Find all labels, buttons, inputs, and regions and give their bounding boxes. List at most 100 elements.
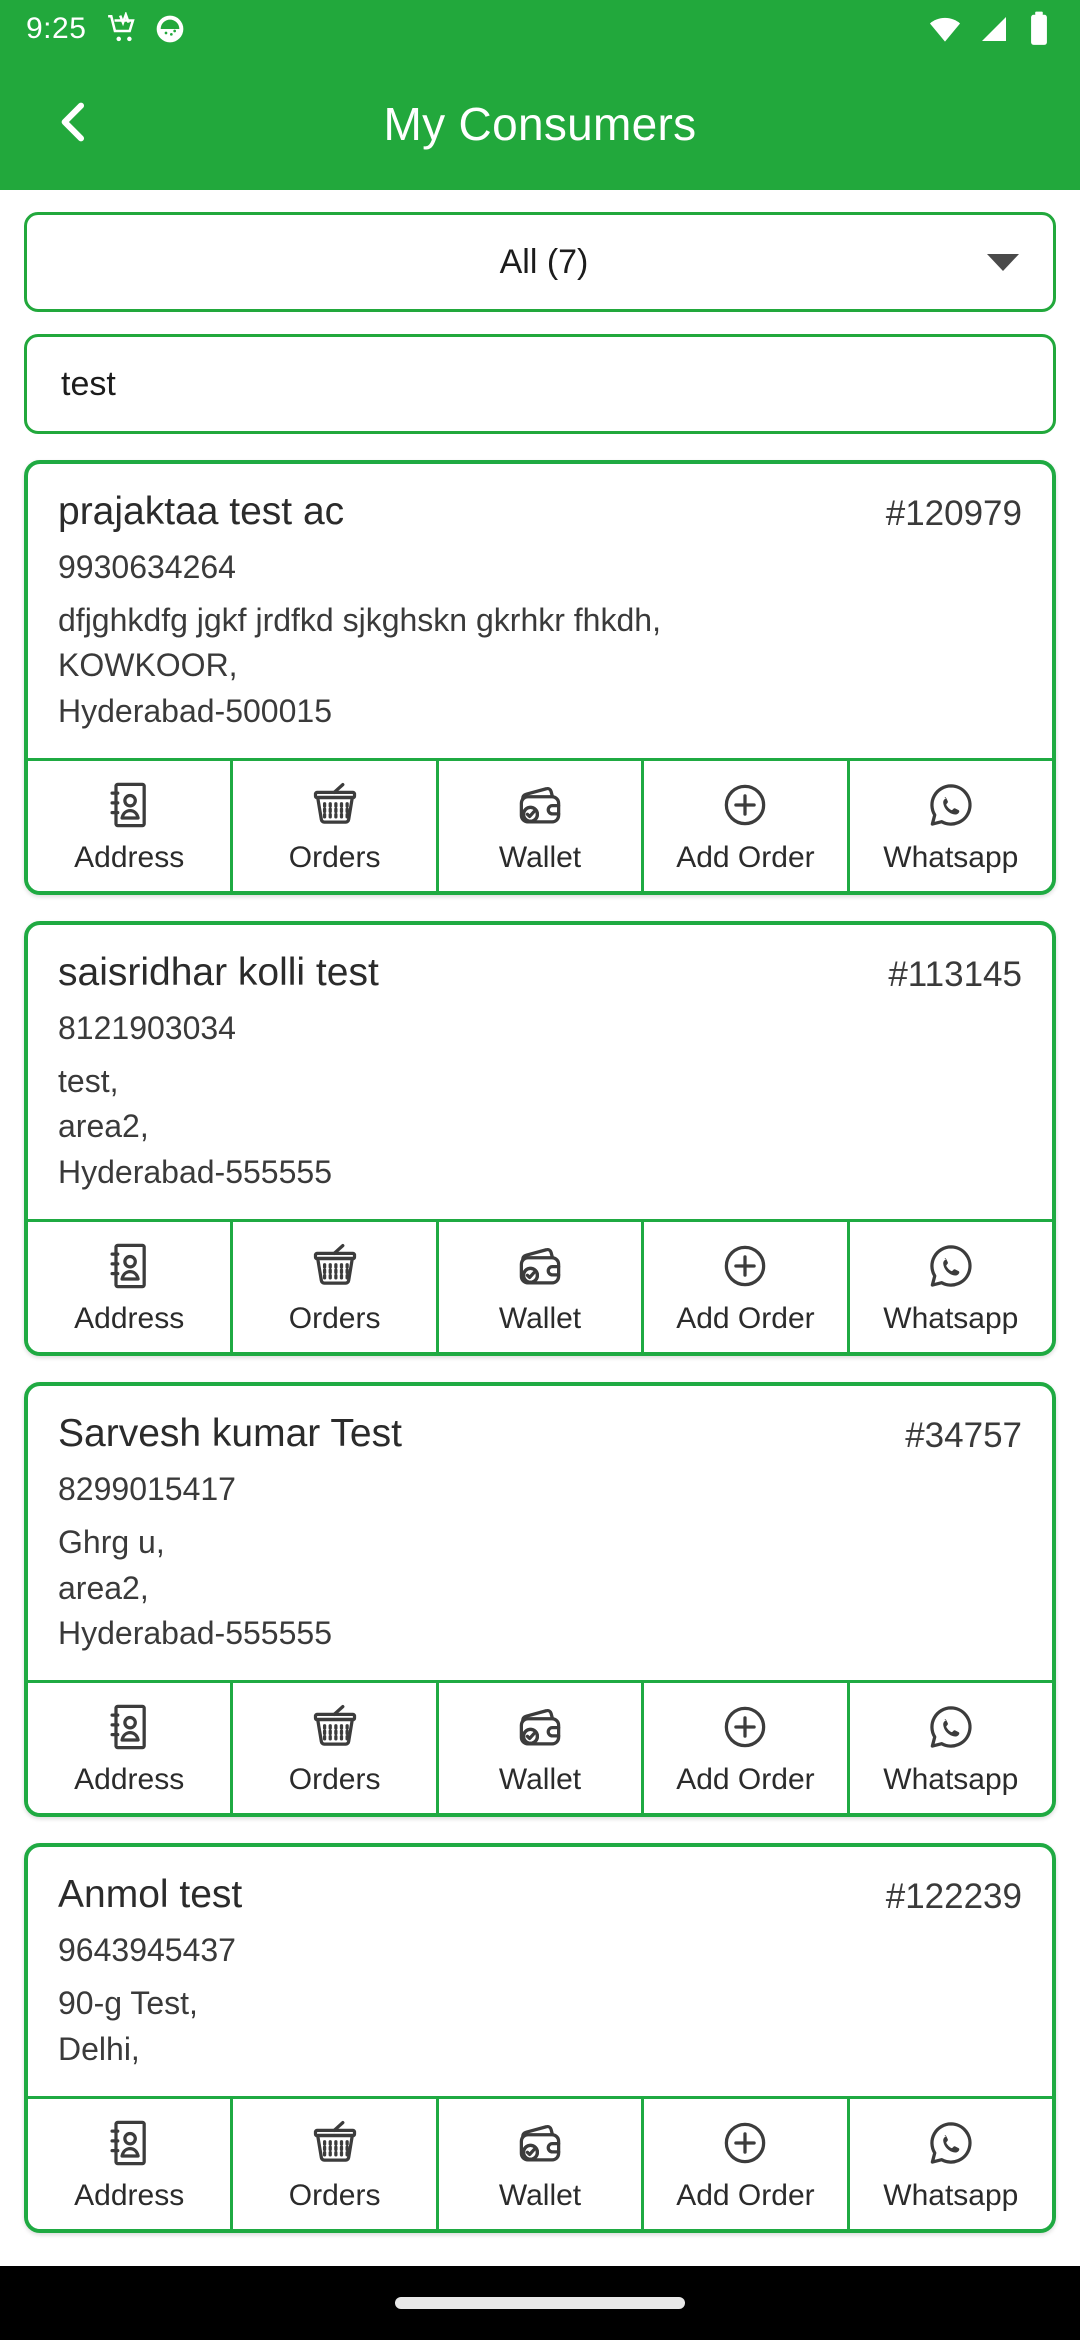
- consumers-screen: 9:25 My Consumers All (7) test prajaktaa…: [0, 0, 1080, 2340]
- consumer-phone: 9643945437: [58, 1932, 236, 1969]
- action-address-label: Address: [74, 1302, 185, 1336]
- content-scroll-area[interactable]: All (7) test prajaktaa test ac #120979 9…: [0, 190, 1080, 2266]
- action-wallet-button[interactable]: Wallet: [435, 2099, 642, 2230]
- consumer-card-list: prajaktaa test ac #120979 9930634264 dfj…: [24, 460, 1056, 2234]
- wallet-icon: [514, 779, 566, 831]
- whatsapp-icon: [925, 1701, 977, 1753]
- action-add-order-label: Add Order: [676, 1302, 815, 1336]
- app-bar: My Consumers: [0, 58, 1080, 190]
- address-book-icon: [103, 779, 155, 831]
- action-address-button[interactable]: Address: [28, 1683, 231, 1814]
- consumer-header: Anmol test #122239: [58, 1873, 1022, 1918]
- shopping-basket-icon: [309, 1240, 361, 1292]
- action-add-order-label: Add Order: [676, 1763, 815, 1797]
- consumer-card[interactable]: Sarvesh kumar Test #34757 8299015417 Ghr…: [24, 1382, 1056, 1818]
- wallet-icon: [514, 2117, 566, 2169]
- action-address-label: Address: [74, 1763, 185, 1797]
- action-add-order-button[interactable]: Add Order: [641, 761, 847, 892]
- consumer-card[interactable]: Anmol test #122239 9643945437 90-g Test,…: [24, 1843, 1056, 2234]
- add-order-icon: [719, 1701, 771, 1753]
- action-orders-label: Orders: [288, 1763, 381, 1797]
- status-bar-notification-icons: [106, 12, 186, 46]
- wallet-icon: [514, 1701, 566, 1753]
- whatsapp-icon: [925, 1240, 977, 1292]
- action-add-order-button[interactable]: Add Order: [641, 2099, 847, 2230]
- action-orders-button[interactable]: Orders: [230, 761, 436, 892]
- consumer-action-row: Address Orders Wallet Add Order Whatsapp: [28, 1219, 1052, 1353]
- consumer-name: prajaktaa test ac: [58, 490, 345, 533]
- action-whatsapp-button[interactable]: Whatsapp: [846, 761, 1052, 892]
- status-bar: 9:25: [0, 0, 1080, 58]
- consumer-address-line: Hyderabad-555555: [58, 1153, 332, 1190]
- action-address-label: Address: [74, 841, 185, 875]
- action-wallet-label: Wallet: [498, 2179, 582, 2213]
- action-whatsapp-button[interactable]: Whatsapp: [846, 2099, 1052, 2230]
- status-bar-clock: 9:25: [26, 12, 87, 45]
- action-whatsapp-label: Whatsapp: [883, 1302, 1019, 1336]
- action-wallet-button[interactable]: Wallet: [435, 761, 642, 892]
- action-whatsapp-button[interactable]: Whatsapp: [846, 1683, 1052, 1814]
- action-address-button[interactable]: Address: [28, 1222, 231, 1353]
- back-button[interactable]: [26, 76, 122, 172]
- action-orders-label: Orders: [288, 1302, 381, 1336]
- consumer-address: 90-g Test, Delhi,: [58, 1981, 1022, 2072]
- consumer-name: saisridhar kolli test: [58, 951, 379, 995]
- search-field[interactable]: test: [24, 334, 1056, 434]
- consumer-header: prajaktaa test ac #120979: [58, 490, 1022, 535]
- chevron-left-icon: [46, 94, 102, 155]
- consumer-name: Sarvesh kumar Test: [58, 1412, 402, 1456]
- action-wallet-button[interactable]: Wallet: [435, 1222, 642, 1353]
- consumer-id: #120979: [885, 494, 1022, 533]
- action-address-button[interactable]: Address: [28, 2099, 231, 2230]
- consumer-address: Ghrg u, area2, Hyderabad-555555: [58, 1520, 1022, 1656]
- action-address-button[interactable]: Address: [28, 761, 231, 892]
- action-orders-label: Orders: [288, 2179, 381, 2213]
- cellular-signal-icon: [976, 11, 1012, 47]
- address-book-icon: [103, 2117, 155, 2169]
- consumer-action-row: Address Orders Wallet Add Order Whatsapp: [28, 758, 1052, 892]
- action-add-order-button[interactable]: Add Order: [641, 1683, 847, 1814]
- consumer-phone: 8121903034: [58, 1010, 236, 1046]
- action-wallet-button[interactable]: Wallet: [435, 1683, 642, 1814]
- wifi-icon: [926, 10, 964, 48]
- action-whatsapp-label: Whatsapp: [883, 1763, 1019, 1797]
- page-title: My Consumers: [383, 98, 697, 150]
- consumer-address-line: test,: [58, 1063, 119, 1099]
- app-notification-icon: [154, 13, 186, 45]
- consumer-phone: 9930634264: [58, 548, 236, 585]
- add-order-icon: [719, 2117, 771, 2169]
- action-orders-button[interactable]: Orders: [230, 1683, 436, 1814]
- consumer-address-line: 90-g Test,: [58, 1985, 198, 2022]
- consumer-details: Anmol test #122239 9643945437 90-g Test,…: [28, 1847, 1052, 2096]
- consumer-details: prajaktaa test ac #120979 9930634264 dfj…: [28, 464, 1052, 758]
- consumer-address-line: area2,: [58, 1108, 149, 1145]
- consumer-address: dfjghkdfg jgkf jrdfkd sjkghskn gkrhkr fh…: [58, 598, 1022, 734]
- chevron-down-icon: [987, 253, 1019, 271]
- system-navigation-bar: [0, 2266, 1080, 2340]
- consumer-phone: 8299015417: [58, 1471, 236, 1508]
- consumer-address-line: area2,: [58, 1569, 149, 1606]
- action-orders-button[interactable]: Orders: [230, 2099, 436, 2230]
- action-address-label: Address: [74, 2179, 185, 2213]
- address-book-icon: [103, 1701, 155, 1753]
- action-orders-button[interactable]: Orders: [230, 1222, 436, 1353]
- consumer-action-row: Address Orders Wallet Add Order Whatsapp: [28, 1680, 1052, 1814]
- status-bar-system-icons: [926, 10, 1054, 48]
- shopping-basket-icon: [309, 779, 361, 831]
- shopping-cart-notification-icon: [106, 12, 140, 46]
- consumer-card[interactable]: prajaktaa test ac #120979 9930634264 dfj…: [24, 460, 1056, 896]
- whatsapp-icon: [925, 2117, 977, 2169]
- consumer-action-row: Address Orders Wallet Add Order Whatsapp: [28, 2096, 1052, 2230]
- consumer-address: test, area2, Hyderabad-555555: [58, 1059, 1022, 1195]
- search-input[interactable]: test: [61, 365, 116, 404]
- consumer-address-line: dfjghkdfg jgkf jrdfkd sjkghskn gkrhkr fh…: [58, 601, 661, 638]
- action-add-order-button[interactable]: Add Order: [641, 1222, 847, 1353]
- add-order-icon: [719, 1240, 771, 1292]
- action-orders-label: Orders: [288, 841, 381, 875]
- consumer-filter-dropdown[interactable]: All (7): [24, 212, 1056, 312]
- consumer-card[interactable]: saisridhar kolli test #113145 8121903034…: [24, 921, 1056, 1357]
- consumer-id: #113145: [888, 955, 1022, 995]
- action-whatsapp-button[interactable]: Whatsapp: [846, 1222, 1052, 1353]
- home-gesture-pill[interactable]: [395, 2297, 685, 2309]
- shopping-basket-icon: [309, 1701, 361, 1753]
